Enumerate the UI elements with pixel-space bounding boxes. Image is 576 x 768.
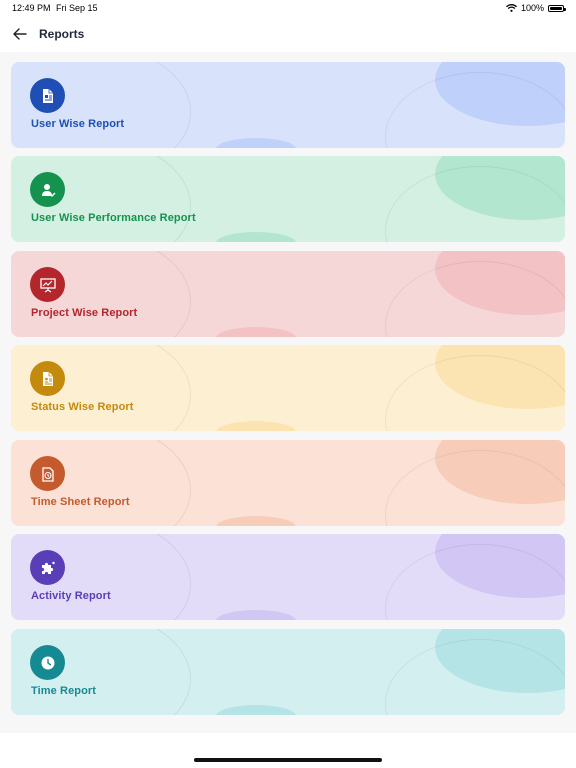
card-decoration	[216, 516, 296, 526]
status-document-icon	[30, 361, 65, 396]
status-time: 12:49 PM	[12, 3, 51, 13]
report-card-user-wise[interactable]: User Wise Report	[11, 62, 565, 148]
report-document-icon	[30, 78, 65, 113]
report-label: User Wise Report	[31, 118, 125, 130]
back-arrow-icon[interactable]	[10, 24, 30, 44]
clock-icon	[30, 645, 65, 680]
wifi-icon	[506, 4, 517, 12]
header: Reports	[0, 16, 576, 52]
activity-puzzle-icon	[30, 550, 65, 585]
card-decoration	[216, 421, 296, 431]
status-bar: 12:49 PM Fri Sep 15 100%	[0, 0, 576, 16]
presentation-chart-icon	[30, 267, 65, 302]
report-card-project-wise[interactable]: Project Wise Report	[11, 251, 565, 337]
battery-percent: 100%	[520, 3, 544, 13]
card-decoration	[216, 232, 296, 242]
report-label: Time Sheet Report	[31, 496, 130, 508]
page-title: Reports	[39, 27, 85, 41]
card-decoration	[216, 327, 296, 337]
home-indicator[interactable]	[194, 758, 382, 762]
report-label: Status Wise Report	[31, 401, 134, 413]
battery-icon	[548, 4, 566, 12]
card-decoration	[216, 138, 296, 148]
card-decoration	[216, 610, 296, 620]
report-label: User Wise Performance Report	[31, 212, 196, 224]
timesheet-icon	[30, 456, 65, 491]
report-card-user-performance[interactable]: User Wise Performance Report	[11, 156, 565, 242]
report-card-time-sheet[interactable]: Time Sheet Report	[11, 440, 565, 526]
status-right: 100%	[506, 3, 566, 13]
report-card-time[interactable]: Time Report	[11, 629, 565, 715]
report-card-activity[interactable]: Activity Report	[11, 534, 565, 620]
report-label: Time Report	[31, 685, 97, 697]
reports-list: User Wise Report User Wise Performance R…	[0, 52, 576, 733]
report-card-status-wise[interactable]: Status Wise Report	[11, 345, 565, 431]
user-check-icon	[30, 172, 65, 207]
card-decoration	[216, 705, 296, 715]
report-label: Activity Report	[31, 590, 111, 602]
report-label: Project Wise Report	[31, 307, 138, 319]
status-date: Fri Sep 15	[56, 3, 98, 13]
